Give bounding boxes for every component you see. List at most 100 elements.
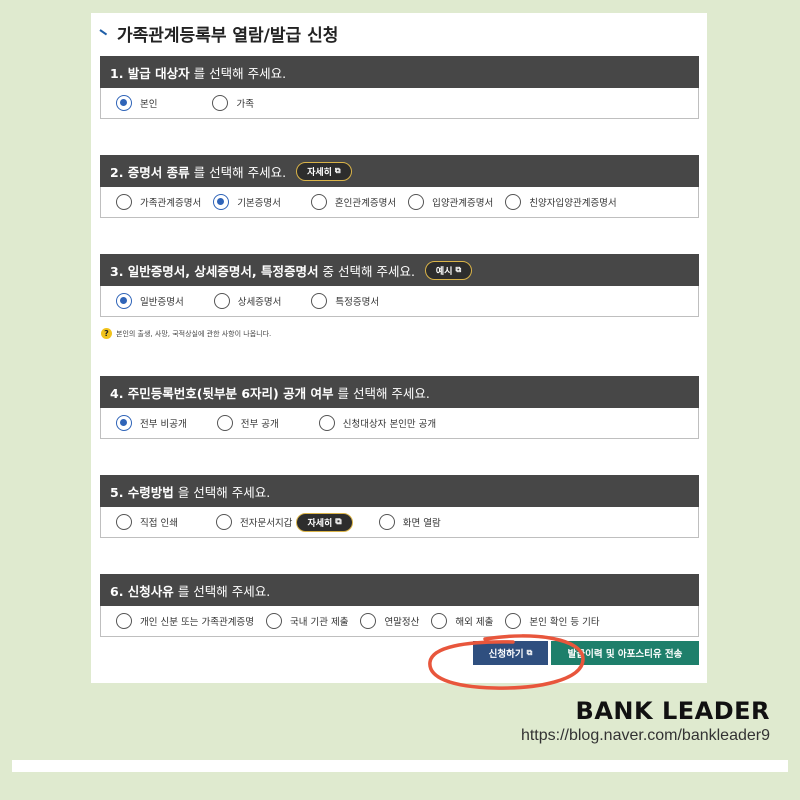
- section-header: 2. 증명서 종류 를 선택해 주세요. 자세히 ⧉: [100, 155, 699, 187]
- radio-label: 전자문서지갑: [239, 518, 293, 529]
- section-title-text: 를 선택해 주세요.: [337, 385, 430, 401]
- radio-option-family[interactable]: 가족: [212, 95, 254, 111]
- radio-option-other[interactable]: 본인 확인 등 기타: [505, 613, 600, 629]
- bottom-strip: [12, 760, 788, 772]
- radio-option-overseas[interactable]: 해외 제출: [431, 613, 493, 629]
- radio-option-family-cert[interactable]: 가족관계증명서: [116, 194, 201, 210]
- radio-button[interactable]: [408, 194, 425, 210]
- help-note-text: 본인의 출생, 사망, 국적상실에 관한 사항이 나옵니다.: [116, 329, 272, 338]
- radio-option-full-adoption-cert[interactable]: 친양자입양관계증명서: [505, 194, 617, 210]
- brand-url: https://blog.naver.com/bankleader9: [520, 727, 770, 744]
- section-title-bold: 2. 증명서 종류: [110, 164, 190, 180]
- example-button[interactable]: 예시 ⧉: [424, 260, 473, 280]
- radio-button[interactable]: [265, 613, 282, 629]
- section-header: 6. 신청사유 를 선택해 주세요.: [100, 574, 699, 606]
- radio-label: 본인: [140, 99, 158, 110]
- section-header: 1. 발급 대상자 를 선택해 주세요.: [100, 56, 699, 88]
- radio-option-basic-cert[interactable]: 기본증명서: [213, 194, 281, 210]
- section-title-text: 을 선택해 주세요.: [177, 484, 271, 500]
- section-title-text: 를 선택해 주세요.: [177, 583, 271, 599]
- section-title-text: 를 선택해 주세요.: [193, 65, 287, 81]
- radio-option-screen-view[interactable]: 화면 열람: [378, 514, 441, 530]
- form-panel: 가족관계등록부 열람/발급 신청 1. 발급 대상자 를 선택해 주세요. 본인 …: [91, 13, 707, 683]
- page-title: 가족관계등록부 열람/발급 신청: [99, 19, 338, 47]
- radio-option-specific[interactable]: 특정증명서: [311, 293, 379, 309]
- section-header: 3. 일반증명서, 상세증명서, 특정증명서 중 선택해 주세요. 예시 ⧉: [100, 254, 699, 286]
- title-bullet-icon: [99, 28, 109, 38]
- radio-button[interactable]: [311, 293, 328, 309]
- radio-button[interactable]: [431, 613, 448, 629]
- radio-button[interactable]: [116, 194, 132, 210]
- brand-watermark: BANK LEADER: [575, 697, 770, 725]
- radio-button[interactable]: [116, 293, 132, 309]
- radio-button[interactable]: [318, 415, 335, 431]
- detail-button-label: 자세히: [307, 167, 332, 178]
- highlight-circle: [428, 634, 585, 690]
- e-wallet-detail-button[interactable]: 자세히 ⧉: [296, 512, 353, 532]
- radio-label: 화면 열람: [402, 518, 441, 529]
- radio-label: 특정증명서: [335, 297, 380, 308]
- radio-option-self-only[interactable]: 신청대상자 본인만 공개: [318, 415, 437, 431]
- radio-label: 상세증명서: [237, 297, 282, 308]
- radio-option-self[interactable]: 본인: [116, 95, 157, 111]
- detail-button[interactable]: 자세히 ⧉: [296, 161, 352, 181]
- radio-label: 친양자입양관계증명서: [529, 198, 617, 209]
- section-header: 5. 수령방법 을 선택해 주세요.: [100, 475, 699, 507]
- radio-button[interactable]: [116, 415, 132, 431]
- radio-option-tax[interactable]: 연말정산: [360, 613, 419, 629]
- section-header: 4. 주민등록번호(뒷부분 6자리) 공개 여부 를 선택해 주세요.: [100, 376, 699, 408]
- radio-button[interactable]: [310, 194, 327, 210]
- radio-option-domestic[interactable]: 국내 기관 제출: [265, 613, 349, 629]
- radio-option-all-private[interactable]: 전부 비공개: [116, 415, 187, 431]
- radio-option-identity[interactable]: 개인 신분 또는 가족관계증명: [116, 613, 254, 629]
- radio-option-all-public[interactable]: 전부 공개: [216, 415, 279, 431]
- section-reason: 6. 신청사유 를 선택해 주세요. 개인 신분 또는 가족관계증명 국내 기관 …: [100, 574, 699, 637]
- radio-button[interactable]: [116, 514, 132, 530]
- radio-option-e-wallet[interactable]: 전자문서지갑: [215, 514, 293, 530]
- radio-label: 신청대상자 본인만 공개: [342, 419, 437, 430]
- radio-label: 가족관계증명서: [140, 198, 202, 209]
- highlight-stroke: [428, 634, 585, 690]
- radio-button[interactable]: [360, 613, 377, 629]
- radio-button[interactable]: [215, 514, 232, 530]
- help-note: ? 본인의 출생, 사망, 국적상실에 관한 사항이 나옵니다.: [101, 328, 271, 339]
- radio-button[interactable]: [116, 95, 132, 111]
- radio-label: 본인 확인 등 기타: [529, 617, 600, 628]
- radio-label: 전부 공개: [240, 419, 279, 430]
- radio-button[interactable]: [216, 415, 233, 431]
- external-link-icon: ⧉: [455, 265, 462, 274]
- radio-button[interactable]: [213, 194, 230, 210]
- section-cert-detail-level: 3. 일반증명서, 상세증명서, 특정증명서 중 선택해 주세요. 예시 ⧉ 일반증…: [100, 254, 699, 317]
- section-title-text: 를 선택해 주세요.: [193, 164, 287, 180]
- external-link-icon: ⧉: [334, 166, 341, 175]
- radio-label: 국내 기관 제출: [289, 617, 349, 628]
- radio-label: 입양관계증명서: [432, 198, 494, 209]
- section-options: 가족관계증명서 기본증명서 혼인관계증명서 입양관계증명서 친양자입양관계증명서: [100, 187, 699, 218]
- radio-label: 해외 제출: [455, 617, 494, 628]
- radio-label: 기본증명서: [237, 198, 281, 209]
- radio-button[interactable]: [213, 293, 230, 309]
- section-receipt-method: 5. 수령방법 을 선택해 주세요. 직접 인쇄 전자문서지갑 자세히 ⧉ 화면 열…: [100, 475, 699, 538]
- radio-option-general[interactable]: 일반증명서: [116, 293, 184, 309]
- section-options: 본인 가족: [100, 88, 699, 119]
- radio-button[interactable]: [116, 613, 132, 629]
- section-resident-number: 4. 주민등록번호(뒷부분 6자리) 공개 여부 를 선택해 주세요. 전부 비공…: [100, 376, 699, 439]
- radio-label: 혼인관계증명서: [334, 198, 397, 209]
- radio-label: 일반증명서: [140, 297, 184, 308]
- radio-label: 개인 신분 또는 가족관계증명: [140, 617, 254, 628]
- radio-button[interactable]: [212, 95, 229, 111]
- section-title-text: 중 선택해 주세요.: [322, 263, 415, 279]
- radio-option-marriage-cert[interactable]: 혼인관계증명서: [310, 194, 397, 210]
- radio-button[interactable]: [505, 613, 522, 629]
- section-options: 개인 신분 또는 가족관계증명 국내 기관 제출 연말정산 해외 제출 본인 확…: [100, 606, 699, 637]
- page-title-text: 가족관계등록부 열람/발급 신청: [117, 25, 339, 46]
- radio-option-adoption-cert[interactable]: 입양관계증명서: [408, 194, 493, 210]
- section-options: 전부 비공개 전부 공개 신청대상자 본인만 공개: [100, 408, 699, 439]
- radio-option-print[interactable]: 직접 인쇄: [116, 514, 178, 530]
- radio-label: 직접 인쇄: [140, 518, 178, 529]
- radio-button[interactable]: [505, 194, 522, 210]
- radio-option-detailed[interactable]: 상세증명서: [213, 293, 282, 309]
- external-link-icon: ⧉: [335, 517, 342, 527]
- section-title-bold: 3. 일반증명서, 상세증명서, 특정증명서: [110, 263, 319, 279]
- radio-button[interactable]: [378, 514, 395, 530]
